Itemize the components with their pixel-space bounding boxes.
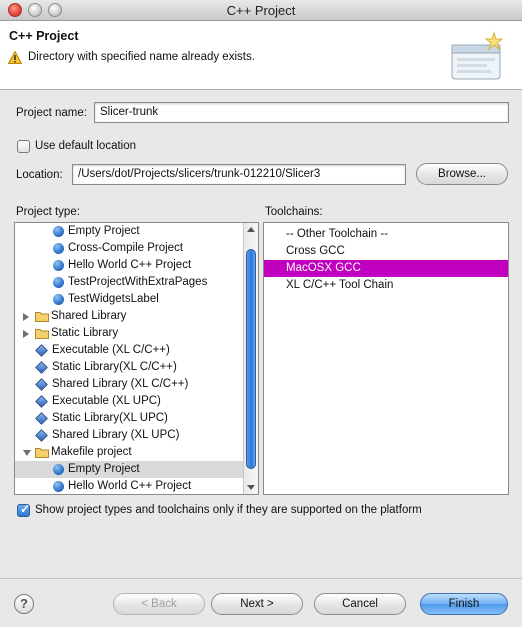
project-name-input[interactable]: Slicer-trunk (94, 102, 509, 123)
tree-item-label: TestProjectWithExtraPages (68, 276, 208, 288)
tree-item[interactable]: TestWidgetsLabel (15, 291, 244, 308)
cancel-button[interactable]: Cancel (314, 593, 406, 615)
window-titlebar: C++ Project (0, 0, 522, 21)
project-icon (53, 481, 64, 492)
expand-right-icon[interactable] (23, 313, 29, 321)
toolchain-item[interactable]: -- Other Toolchain -- (264, 226, 508, 243)
tree-item[interactable]: Static Library(XL UPC) (15, 410, 244, 427)
tree-item-label: Hello World C++ Project (68, 259, 192, 271)
wizard-banner: C++ Project Directory with specified nam… (0, 21, 522, 90)
tree-item-label: Shared Library (XL C/C++) (52, 378, 189, 390)
scroll-down-arrow-icon[interactable] (247, 485, 255, 490)
tree-item-label: Executable (XL C/C++) (52, 344, 170, 356)
use-default-location-label: Use default location (35, 140, 137, 152)
button-bar-separator (0, 578, 522, 579)
scroll-thumb[interactable] (246, 249, 256, 469)
tree-item-label: Static Library(XL C/C++) (52, 361, 177, 373)
tree-item-label: Shared Library (51, 310, 127, 322)
wizard-title: C++ Project (9, 29, 79, 43)
tree-item[interactable]: Hello World C++ Project (15, 257, 244, 274)
tree-item-label: Hello World C++ Project (68, 480, 192, 492)
project-icon (53, 243, 64, 254)
show-supported-only-label: Show project types and toolchains only i… (35, 504, 422, 516)
tree-item[interactable]: Shared Library (XL C/C++) (15, 376, 244, 393)
next-button[interactable]: Next > (211, 593, 303, 615)
tree-item-label: Static Library (51, 327, 119, 339)
new-project-wizard-icon (451, 31, 504, 80)
folder-icon (35, 329, 49, 339)
toolchain-item[interactable]: Cross GCC (264, 243, 508, 260)
expand-down-icon[interactable] (23, 450, 31, 456)
show-supported-only-checkbox[interactable]: ✓ (17, 502, 30, 517)
tree-item[interactable]: Shared Library (15, 308, 244, 325)
tree-item[interactable]: Shared Library (XL UPC) (15, 427, 244, 444)
tree-item[interactable]: Static Library(XL C/C++) (15, 359, 244, 376)
diamond-icon (35, 429, 48, 442)
tree-item-label: Executable (XL UPC) (52, 395, 161, 407)
diamond-icon (35, 395, 48, 408)
project-icon (53, 464, 64, 475)
project-name-label: Project name: (16, 107, 87, 119)
tree-item-label: Shared Library (XL UPC) (52, 429, 180, 441)
warning-icon (8, 51, 22, 64)
project-type-label: Project type: (16, 206, 80, 218)
tree-item[interactable]: Hello World C++ Project (15, 478, 244, 494)
project-icon (53, 294, 64, 305)
tree-item-label: TestWidgetsLabel (68, 293, 159, 305)
tree-item[interactable]: Empty Project (15, 461, 244, 478)
project-icon (53, 260, 64, 271)
finish-button[interactable]: Finish (420, 593, 508, 615)
back-button[interactable]: < Back (113, 593, 205, 615)
project-type-tree[interactable]: Empty Project Cross-Compile Project Hello … (14, 222, 259, 495)
diamond-icon (35, 378, 48, 391)
window-title: C++ Project (226, 3, 296, 18)
toolchain-item[interactable]: MacOSX GCC (264, 260, 508, 277)
folder-icon (35, 312, 49, 322)
use-default-location-checkbox[interactable] (17, 140, 30, 153)
location-label: Location: (16, 169, 63, 181)
toolchains-label: Toolchains: (265, 206, 323, 218)
browse-button[interactable]: Browse... (416, 163, 508, 185)
tree-item-label: Empty Project (68, 225, 140, 237)
tree-item-label: Empty Project (68, 463, 140, 475)
tree-item[interactable]: Static Library (15, 325, 244, 342)
tree-item[interactable]: TestProjectWithExtraPages (15, 274, 244, 291)
project-icon (53, 226, 64, 237)
tree-item[interactable]: Executable (XL UPC) (15, 393, 244, 410)
tree-item[interactable]: Makefile project (15, 444, 244, 461)
toolchain-item[interactable]: XL C/C++ Tool Chain (264, 277, 508, 294)
tree-item[interactable]: Executable (XL C/C++) (15, 342, 244, 359)
folder-icon (35, 448, 49, 458)
diamond-icon (35, 412, 48, 425)
diamond-icon (35, 344, 48, 357)
scroll-up-arrow-icon[interactable] (247, 227, 255, 232)
tree-item-label: Static Library(XL UPC) (52, 412, 168, 424)
diamond-icon (35, 361, 48, 374)
tree-item[interactable]: Cross-Compile Project (15, 240, 244, 257)
wizard-message: Directory with specified name already ex… (28, 51, 255, 63)
tree-item[interactable]: Empty Project (15, 223, 244, 240)
project-icon (53, 277, 64, 288)
help-icon[interactable]: ? (14, 594, 34, 614)
toolchains-list[interactable]: -- Other Toolchain -- Cross GCC MacOSX GCC… (263, 222, 509, 495)
tree-item-label: Cross-Compile Project (68, 242, 184, 254)
tree-item-label: Makefile project (51, 446, 132, 458)
tree-scrollbar[interactable] (243, 223, 258, 494)
location-input[interactable]: /Users/dot/Projects/slicers/trunk-012210… (72, 164, 406, 185)
expand-right-icon[interactable] (23, 330, 29, 338)
